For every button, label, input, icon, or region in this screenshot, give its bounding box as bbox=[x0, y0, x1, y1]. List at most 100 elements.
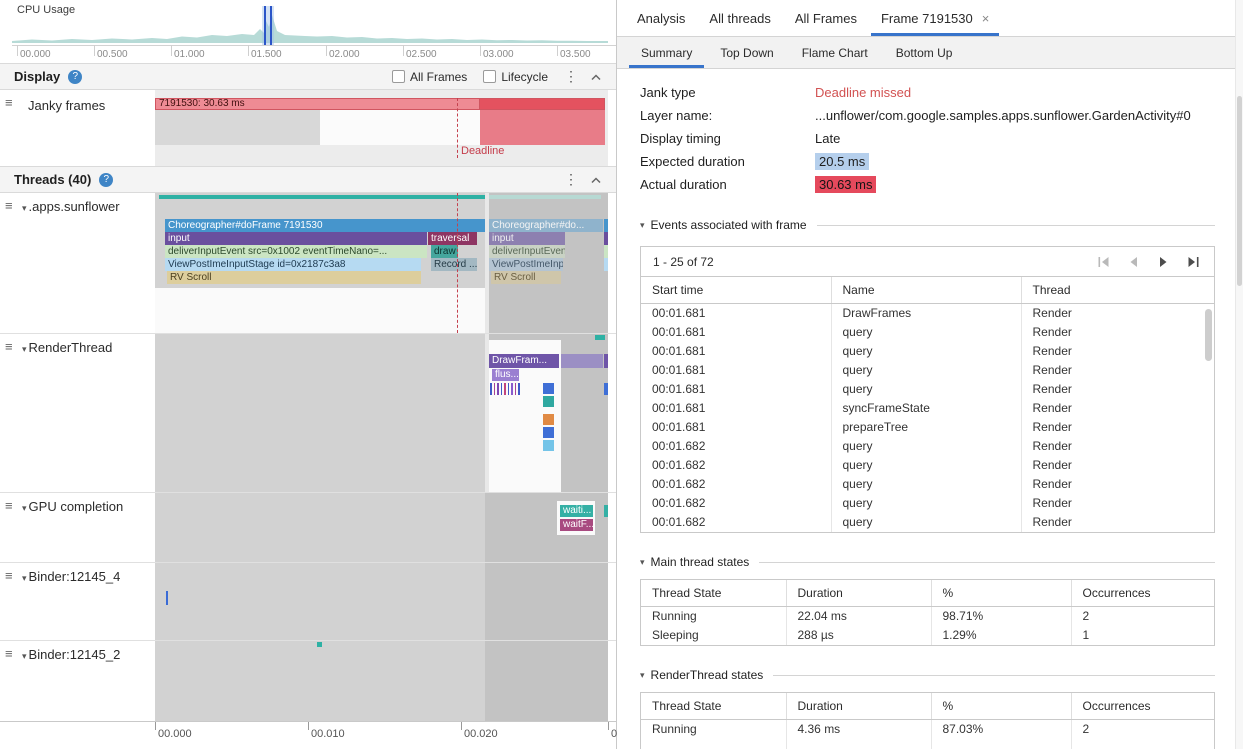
cell-thread[interactable]: Render bbox=[1021, 342, 1214, 361]
events-table-scrollbar[interactable] bbox=[1205, 309, 1212, 361]
expand-caret-icon[interactable]: ▾ bbox=[22, 503, 27, 513]
cell-occurrences[interactable]: 2 bbox=[1071, 720, 1214, 740]
all-frames-checkbox[interactable]: All Frames bbox=[392, 70, 467, 84]
events-table-row[interactable]: 00:01.681 query Render bbox=[641, 323, 1214, 342]
drag-handle-icon[interactable]: ≡ bbox=[5, 198, 13, 213]
events-table-row[interactable]: 00:01.681 query Render bbox=[641, 361, 1214, 380]
cell-start-time[interactable]: 00:01.681 bbox=[641, 323, 831, 342]
states-table-row[interactable]: Running 4.36 ms 87.03% 2 bbox=[641, 720, 1214, 740]
events-table-row[interactable]: 00:01.681 query Render bbox=[641, 380, 1214, 399]
cell-occurrences[interactable]: 1 bbox=[1071, 626, 1214, 645]
trace-bar-rv-scroll-next[interactable]: RV Scroll bbox=[491, 271, 561, 284]
thread-track-binder-2[interactable] bbox=[155, 641, 608, 721]
events-table-row[interactable]: 00:01.682 query Render bbox=[641, 437, 1214, 456]
expand-caret-icon[interactable]: ▾ bbox=[22, 651, 27, 661]
page-prev-button[interactable] bbox=[1127, 256, 1140, 268]
cell-thread[interactable]: Render bbox=[1021, 361, 1214, 380]
expand-caret-icon[interactable]: ▾ bbox=[22, 344, 27, 354]
subtab-bottom-up[interactable]: Bottom Up bbox=[882, 37, 967, 68]
cell-percent[interactable]: 87.03% bbox=[931, 720, 1071, 740]
trace-bar-input-next[interactable]: input bbox=[489, 232, 565, 245]
cell-name[interactable]: query bbox=[831, 361, 1021, 380]
cell-duration[interactable]: 4.36 ms bbox=[786, 720, 931, 740]
page-next-button[interactable] bbox=[1157, 256, 1170, 268]
cell-thread[interactable]: Render bbox=[1021, 323, 1214, 342]
tab-all-threads[interactable]: All threads bbox=[697, 0, 782, 36]
trace-bar-record[interactable]: Record ... bbox=[431, 258, 477, 271]
states-column-header[interactable]: Occurrences bbox=[1071, 580, 1214, 607]
expand-caret-icon[interactable]: ▾ bbox=[22, 203, 27, 213]
thread-name[interactable]: Binder:12145_4 bbox=[29, 569, 121, 584]
cell-start-time[interactable]: 00:01.681 bbox=[641, 399, 831, 418]
cell-thread-state[interactable]: Running bbox=[641, 607, 786, 627]
cell-thread[interactable]: Render bbox=[1021, 475, 1214, 494]
states-column-header[interactable]: % bbox=[931, 693, 1071, 720]
section-main-thread-states-header[interactable]: ▾ Main thread states bbox=[640, 555, 1215, 569]
cell-thread[interactable]: Render bbox=[1021, 418, 1214, 437]
cell-thread[interactable]: Render bbox=[1021, 304, 1214, 324]
section-renderthread-states-header[interactable]: ▾ RenderThread states bbox=[640, 668, 1215, 682]
events-column-header[interactable]: Thread bbox=[1021, 277, 1214, 304]
subtab-top-down[interactable]: Top Down bbox=[706, 37, 787, 68]
cell-start-time[interactable]: 00:01.681 bbox=[641, 418, 831, 437]
cell-occurrences[interactable]: 2 bbox=[1071, 607, 1214, 627]
thread-track-binder-4[interactable] bbox=[155, 563, 608, 640]
thread-name[interactable]: RenderThread bbox=[29, 340, 113, 355]
trace-bar-input[interactable]: input bbox=[165, 232, 427, 245]
close-icon[interactable]: × bbox=[982, 11, 990, 26]
cell-name[interactable]: query bbox=[831, 437, 1021, 456]
collapse-chevron-icon[interactable] bbox=[590, 73, 602, 81]
drag-handle-icon[interactable]: ≡ bbox=[5, 498, 13, 513]
trace-bar-drawframes[interactable]: DrawFram... bbox=[489, 354, 559, 368]
subtab-summary[interactable]: Summary bbox=[627, 37, 706, 68]
events-table-row[interactable]: 00:01.681 syncFrameState Render bbox=[641, 399, 1214, 418]
section-events-header[interactable]: ▾ Events associated with frame bbox=[640, 218, 1215, 232]
thread-name[interactable]: .apps.sunflower bbox=[29, 199, 120, 214]
cell-name[interactable]: syncFrameState bbox=[831, 399, 1021, 418]
section-caret-icon[interactable]: ▾ bbox=[640, 220, 645, 231]
help-icon[interactable]: ? bbox=[99, 173, 113, 187]
cell-name[interactable]: query bbox=[831, 342, 1021, 361]
cell-start-time[interactable]: 00:01.681 bbox=[641, 380, 831, 399]
trace-bar-flush[interactable]: flus... bbox=[492, 369, 519, 381]
events-table-row[interactable]: 00:01.682 query Render bbox=[641, 475, 1214, 494]
scrollbar-thumb[interactable] bbox=[1237, 96, 1242, 286]
events-table-row[interactable]: 00:01.682 query Render bbox=[641, 494, 1214, 513]
events-table-row[interactable]: 00:01.682 query Render bbox=[641, 513, 1214, 532]
thread-name[interactable]: GPU completion bbox=[29, 499, 124, 514]
trace-bar-waiting[interactable]: waiti... bbox=[560, 505, 593, 517]
trace-bar-deliver-input-event[interactable]: deliverInputEvent src=0x1002 eventTimeNa… bbox=[165, 245, 427, 258]
trace-bar-view-post-ime[interactable]: ViewPostImeInputStage id=0x2187c3a8 bbox=[165, 258, 421, 271]
cell-name[interactable]: query bbox=[831, 494, 1021, 513]
events-table-row[interactable]: 00:01.681 DrawFrames Render bbox=[641, 304, 1214, 324]
cell-percent[interactable]: 98.71% bbox=[931, 607, 1071, 627]
checkbox-icon[interactable] bbox=[483, 70, 496, 83]
tab-analysis[interactable]: Analysis bbox=[625, 0, 697, 36]
cell-start-time[interactable]: 00:01.682 bbox=[641, 456, 831, 475]
vertical-scrollbar[interactable] bbox=[1235, 0, 1243, 749]
trace-bar-draw[interactable]: draw bbox=[431, 245, 458, 258]
expand-caret-icon[interactable]: ▾ bbox=[22, 573, 27, 583]
cell-thread-state[interactable]: Running bbox=[641, 720, 786, 740]
cell-thread[interactable]: Render bbox=[1021, 399, 1214, 418]
cell-thread-state[interactable]: Sleeping bbox=[641, 626, 786, 645]
trace-bar-traversal[interactable]: traversal bbox=[428, 232, 477, 245]
cell-name[interactable]: prepareTree bbox=[831, 418, 1021, 437]
kebab-menu-icon[interactable]: ⋮ bbox=[564, 68, 574, 85]
trace-bar-deliver-next[interactable]: deliverInputEven... bbox=[489, 245, 565, 258]
cell-duration[interactable]: 288 µs bbox=[786, 626, 931, 645]
cell-name[interactable]: query bbox=[831, 475, 1021, 494]
cell-duration[interactable]: 22.04 ms bbox=[786, 607, 931, 627]
cell-start-time[interactable]: 00:01.681 bbox=[641, 361, 831, 380]
cell-thread[interactable]: Render bbox=[1021, 437, 1214, 456]
cell-name[interactable]: DrawFrames bbox=[831, 304, 1021, 324]
checkbox-icon[interactable] bbox=[392, 70, 405, 83]
states-column-header[interactable]: Duration bbox=[786, 693, 931, 720]
drag-handle-icon[interactable]: ≡ bbox=[5, 646, 13, 661]
cell-name[interactable]: query bbox=[831, 380, 1021, 399]
cell-name[interactable]: query bbox=[831, 456, 1021, 475]
section-caret-icon[interactable]: ▾ bbox=[640, 557, 645, 568]
states-column-header[interactable]: % bbox=[931, 580, 1071, 607]
drag-handle-icon[interactable]: ≡ bbox=[5, 339, 13, 354]
states-column-header[interactable]: Thread State bbox=[641, 693, 786, 720]
